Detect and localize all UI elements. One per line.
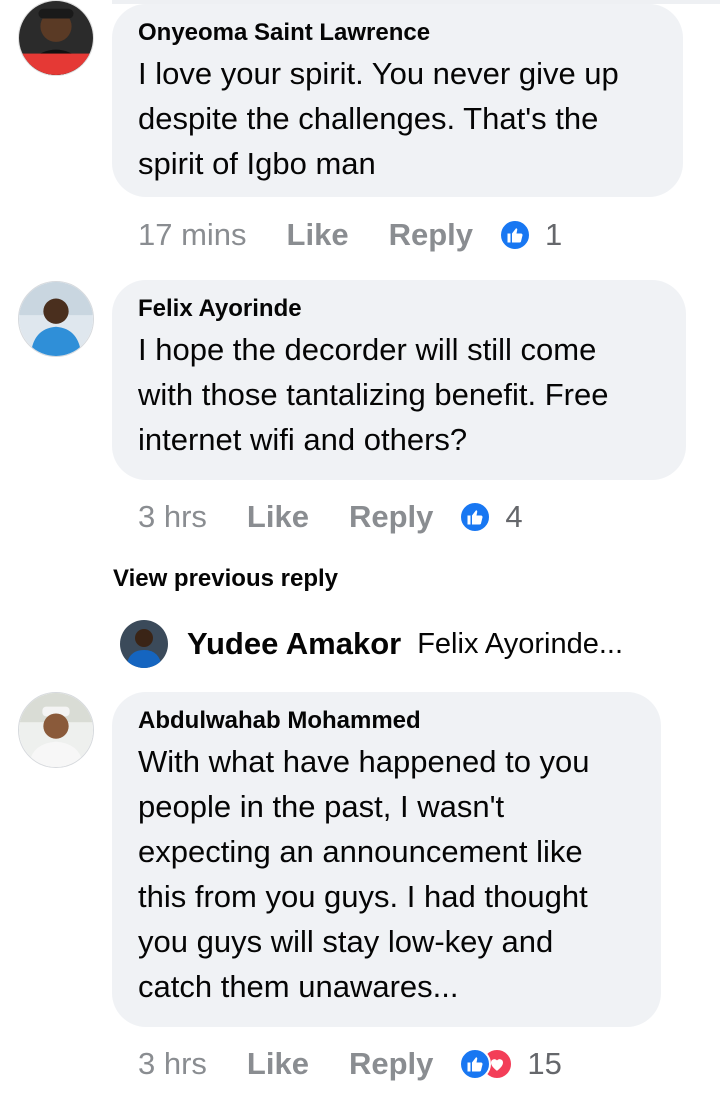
reaction-summary[interactable]: 4 — [459, 499, 523, 535]
comment-author[interactable]: Abdulwahab Mohammed — [138, 706, 635, 736]
reaction-count: 1 — [545, 217, 563, 252]
avatar-photo — [19, 282, 93, 356]
reply-snippet: Felix Ayorinde... — [417, 627, 624, 660]
comment-author[interactable]: Onyeoma Saint Lawrence — [138, 18, 657, 48]
comment-time[interactable]: 17 mins — [138, 217, 247, 253]
like-icon — [459, 501, 492, 533]
reply-button[interactable]: Reply — [349, 1046, 433, 1082]
like-button[interactable]: Like — [287, 217, 349, 253]
reply-button[interactable]: Reply — [349, 499, 433, 535]
reply-avatar[interactable] — [120, 620, 168, 668]
comment-time[interactable]: 3 hrs — [138, 1046, 207, 1082]
avatar-photo — [120, 620, 168, 668]
comment-author[interactable]: Felix Ayorinde — [138, 294, 660, 324]
comment-text: I hope the decorder will still come with… — [138, 332, 609, 457]
avatar[interactable] — [18, 0, 94, 76]
comment-time[interactable]: 3 hrs — [138, 499, 207, 535]
reaction-count: 15 — [527, 1046, 562, 1081]
comment-bubble: Onyeoma Saint Lawrence I love your spiri… — [112, 4, 683, 197]
comment-meta: 3 hrs Like Reply 15 — [138, 1044, 562, 1084]
avatar-photo — [19, 693, 93, 767]
view-previous-reply-link[interactable]: View previous reply — [113, 563, 338, 595]
reaction-summary[interactable]: 1 — [499, 217, 562, 253]
reaction-summary[interactable]: 15 — [459, 1046, 562, 1082]
reply-button[interactable]: Reply — [389, 217, 473, 253]
like-button[interactable]: Like — [247, 1046, 309, 1082]
like-button[interactable]: Like — [247, 499, 309, 535]
reaction-count: 4 — [505, 499, 523, 534]
comment-meta: 17 mins Like Reply 1 — [138, 215, 562, 255]
like-icon — [499, 219, 531, 251]
comment-bubble: Felix Ayorinde I hope the decorder will … — [112, 280, 686, 480]
reply-author[interactable]: Yudee Amakor — [187, 626, 401, 662]
avatar-photo — [19, 1, 93, 75]
comment-bubble: Abdulwahab Mohammed With what have happe… — [112, 692, 661, 1027]
avatar[interactable] — [18, 281, 94, 357]
avatar[interactable] — [18, 692, 94, 768]
comment-meta: 3 hrs Like Reply 4 — [138, 497, 523, 537]
comment-text: I love your spirit. You never give up de… — [138, 56, 619, 181]
collapsed-reply[interactable]: Yudee Amakor Felix Ayorinde... — [120, 620, 623, 668]
comment-text: With what have happened to you people in… — [138, 744, 590, 1004]
